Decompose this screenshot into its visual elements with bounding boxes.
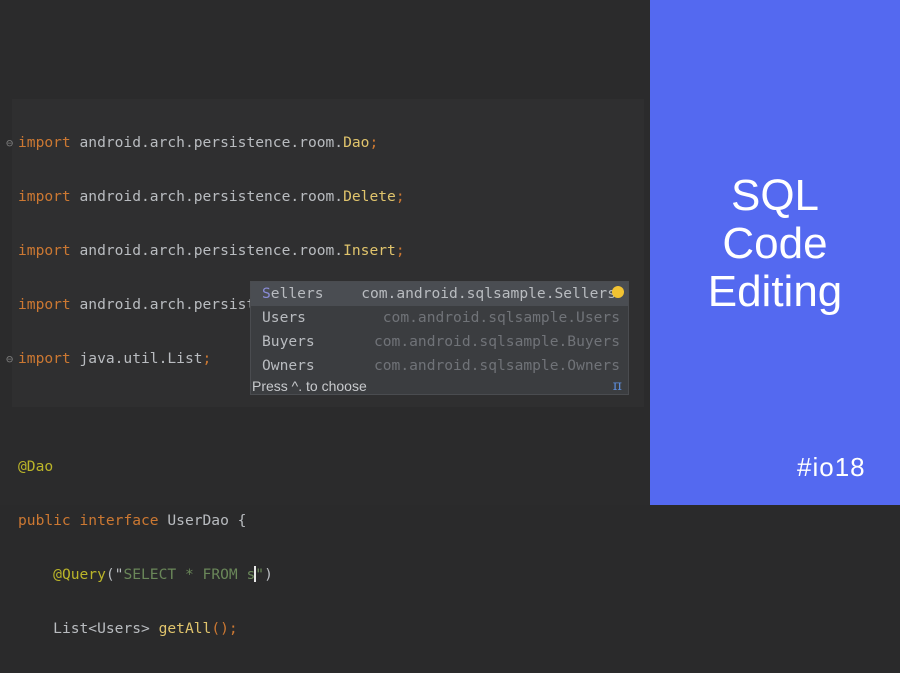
code-line-method: List<Users> getAll(); <box>53 620 238 637</box>
autocomplete-footer: Press ^. to choose π <box>251 376 628 396</box>
editor-panel: ⊖ import android.arch.persistence.room.Da… <box>0 0 650 637</box>
code-line-import-dao: ⊖ import android.arch.persistence.room.Da… <box>6 134 379 151</box>
slide: ⊖ import android.arch.persistence.room.Da… <box>0 0 900 637</box>
code-line-import-insert: import android.arch.persistence.room.Ins… <box>18 242 405 259</box>
footer-hint: Press ^. to choose <box>252 378 367 394</box>
code-line-interface: public interface UserDao { <box>18 512 247 529</box>
fold-icon[interactable]: ⊖ <box>6 133 13 153</box>
pi-icon[interactable]: π <box>613 376 622 396</box>
code-line-import-delete: import android.arch.persistence.room.Del… <box>18 188 405 205</box>
lightbulb-icon[interactable] <box>612 286 624 298</box>
io18-logo: #io18 <box>797 452 866 482</box>
code-line-dao-annotation: @Dao <box>18 458 54 475</box>
slide-title: SQL Code Editing <box>707 171 843 316</box>
autocomplete-item-users[interactable]: Users com.android.sqlsample.Users <box>251 306 628 330</box>
autocomplete-item-buyers[interactable]: Buyers com.android.sqlsample.Buyers <box>251 330 628 354</box>
code-line-query: @Query("SELECT * FROM s") <box>53 566 273 583</box>
fold-icon[interactable]: ⊖ <box>6 349 13 369</box>
autocomplete-item-sellers[interactable]: Sellers com.android.sqlsample.Sellers <box>251 282 628 306</box>
autocomplete-item-owners[interactable]: Owners com.android.sqlsample.Owners <box>251 354 628 378</box>
title-panel: SQL Code Editing #io18 <box>650 0 900 505</box>
autocomplete-popup[interactable]: Sellers com.android.sqlsample.Sellers Us… <box>250 281 629 395</box>
